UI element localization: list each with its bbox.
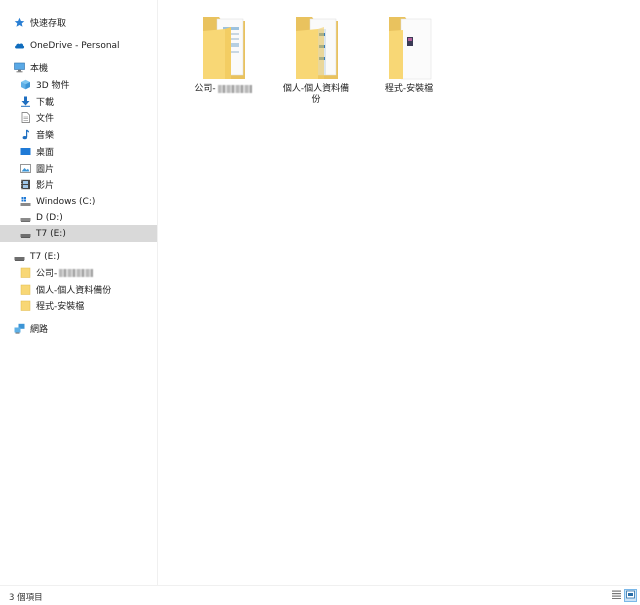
nav-item-videos[interactable]: 影片 bbox=[20, 176, 54, 193]
nav-item-drive-e[interactable]: T7 (E:) bbox=[0, 225, 157, 242]
nav-label: 下載 bbox=[36, 98, 55, 108]
large-icons-view-icon bbox=[626, 590, 635, 602]
folder-name-text: 公司- bbox=[194, 84, 216, 94]
nav-item-desktop[interactable]: 桌面 bbox=[20, 143, 54, 160]
nav-label: 桌面 bbox=[36, 148, 55, 158]
document-icon bbox=[20, 112, 31, 123]
nav-quick-access[interactable]: 快速存取 bbox=[14, 14, 66, 31]
details-view-button[interactable] bbox=[610, 589, 623, 602]
nav-label: 快速存取 bbox=[30, 19, 67, 29]
item-count: 3 個項目 bbox=[9, 593, 43, 603]
folder-name: 程式-安裝檔 bbox=[384, 84, 434, 94]
drive-icon bbox=[20, 212, 31, 223]
music-note-icon bbox=[20, 129, 31, 140]
nav-label: T7 (E:) bbox=[30, 251, 60, 262]
nav-label: D (D:) bbox=[36, 212, 63, 223]
redacted-text bbox=[59, 268, 94, 277]
network-icon bbox=[14, 323, 25, 334]
nav-label: 公司- bbox=[36, 269, 58, 279]
folder-tile[interactable]: 程式-安裝檔 bbox=[364, 15, 454, 95]
redacted-text bbox=[217, 84, 252, 93]
nav-label: 程式-安裝檔 bbox=[36, 302, 85, 312]
windows-drive-icon bbox=[20, 196, 31, 207]
nav-label: 音樂 bbox=[36, 131, 55, 141]
folder-icon bbox=[20, 284, 31, 295]
nav-this-pc[interactable]: 本機 bbox=[14, 59, 48, 76]
nav-item-downloads[interactable]: 下載 bbox=[20, 93, 54, 110]
folder-tile[interactable]: 公司- bbox=[178, 15, 268, 95]
nav-folder-company[interactable]: 公司- bbox=[20, 264, 94, 281]
nav-folder-personal[interactable]: 個人-個人資料備份 bbox=[20, 281, 111, 298]
nav-label: 網路 bbox=[30, 325, 49, 335]
nav-folder-programs[interactable]: 程式-安裝檔 bbox=[20, 297, 84, 314]
navigation-pane: 快速存取 OneDrive - Personal 本機 3D 物件 下載 文件 bbox=[0, 0, 157, 585]
nav-label: 文件 bbox=[36, 114, 55, 124]
nav-network[interactable]: 網路 bbox=[14, 320, 48, 337]
large-icons-view-button[interactable] bbox=[624, 589, 637, 602]
nav-label: Windows (C:) bbox=[36, 196, 96, 207]
nav-item-drive-c[interactable]: Windows (C:) bbox=[20, 193, 95, 210]
nav-item-documents[interactable]: 文件 bbox=[20, 109, 54, 126]
nav-label: 3D 物件 bbox=[36, 81, 70, 91]
film-icon bbox=[20, 179, 31, 190]
drive-icon bbox=[20, 228, 31, 239]
picture-icon bbox=[20, 163, 31, 174]
folder-icon bbox=[288, 15, 344, 81]
nav-onedrive[interactable]: OneDrive - Personal bbox=[14, 37, 120, 54]
nav-label: 圖片 bbox=[36, 165, 55, 175]
folder-icon bbox=[20, 267, 31, 278]
nav-drive-t7[interactable]: T7 (E:) bbox=[14, 248, 60, 265]
pin-star-icon bbox=[14, 17, 25, 28]
nav-label: T7 (E:) bbox=[36, 228, 66, 239]
drive-icon bbox=[14, 251, 25, 262]
cloud-icon bbox=[14, 40, 25, 51]
nav-item-pictures[interactable]: 圖片 bbox=[20, 160, 54, 177]
nav-item-drive-d[interactable]: D (D:) bbox=[20, 209, 63, 226]
nav-label: OneDrive - Personal bbox=[30, 40, 120, 51]
nav-label: 本機 bbox=[30, 64, 49, 74]
desktop-icon bbox=[20, 146, 31, 157]
file-list: 公司- 個人-個人資料備份 程式-安裝檔 bbox=[158, 0, 640, 585]
folder-name: 個人-個人資料備份 bbox=[282, 84, 350, 105]
computer-icon bbox=[14, 62, 25, 73]
download-arrow-icon bbox=[20, 96, 31, 107]
folder-icon bbox=[195, 15, 251, 81]
nav-item-music[interactable]: 音樂 bbox=[20, 126, 54, 143]
folder-icon bbox=[381, 15, 437, 81]
nav-label: 影片 bbox=[36, 181, 55, 191]
folder-name: 公司- bbox=[178, 84, 268, 95]
status-bar: 3 個項目 bbox=[0, 585, 640, 605]
cube-icon bbox=[20, 79, 31, 90]
folder-icon bbox=[20, 300, 31, 311]
nav-item-3d-objects[interactable]: 3D 物件 bbox=[20, 76, 70, 93]
nav-label: 個人-個人資料備份 bbox=[36, 286, 112, 296]
details-view-icon bbox=[612, 590, 621, 602]
folder-tile[interactable]: 個人-個人資料備份 bbox=[271, 15, 361, 106]
